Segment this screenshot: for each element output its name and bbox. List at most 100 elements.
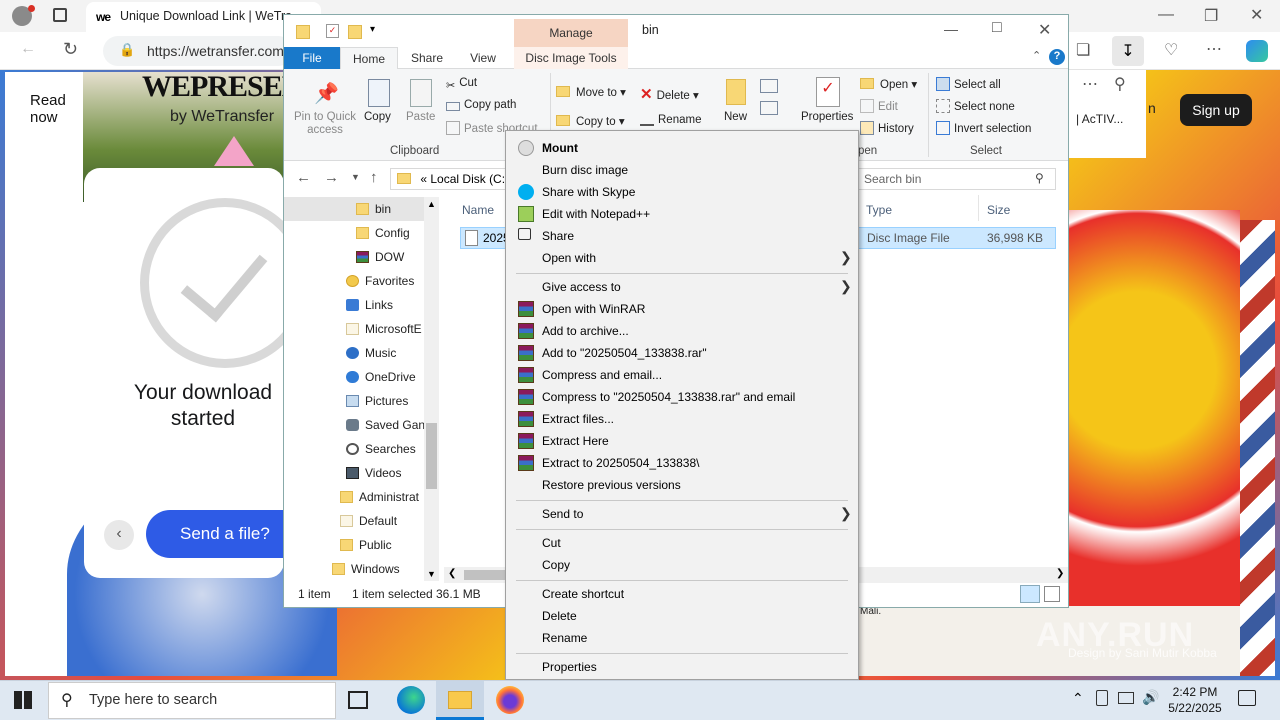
task-view-icon[interactable] [348,691,368,709]
recent-locations-icon[interactable]: ▼ [351,172,360,182]
select-all-button[interactable]: Select all [936,77,1001,91]
menu-item[interactable]: Open with WinRAR [508,298,856,320]
edge-icon[interactable] [397,686,425,714]
browser-essentials-icon[interactable]: ♡ [1164,40,1178,60]
menu-item[interactable]: Compress to "20250504_133838.rar" and em… [508,386,856,408]
column-type[interactable]: Type [866,203,892,217]
tab-disc-image-tools[interactable]: Disc Image Tools [514,47,628,69]
scroll-left-icon[interactable]: ❮ [448,568,456,579]
copy-button[interactable]: Copy [364,111,391,123]
menu-item[interactable]: Restore previous versions [508,474,856,496]
menu-item[interactable]: Share with Skype [508,181,856,203]
minimize-browser-icon[interactable]: — [1158,6,1174,24]
copy-path-button[interactable]: Copy path [446,99,516,111]
properties-button[interactable]: Properties [801,111,853,123]
explorer-taskbar-button[interactable] [436,681,484,720]
details-view-icon[interactable] [1020,585,1040,603]
volume-icon[interactable]: 🔊 [1142,689,1159,706]
copy-to-button[interactable]: Copy to ▾ [556,114,625,128]
history-button[interactable]: History [860,121,914,135]
power-status-icon[interactable] [1096,690,1108,706]
column-divider[interactable] [978,195,979,221]
taskbar-clock[interactable]: 2:42 PM 5/22/2025 [1160,684,1230,716]
menu-item[interactable]: Copy [508,554,856,576]
help-icon[interactable]: ? [1049,49,1065,65]
start-button[interactable] [14,691,32,709]
nav-item[interactable]: Searches [284,437,424,461]
column-size[interactable]: Size [987,203,1010,217]
nav-item[interactable]: bin [284,197,424,221]
menu-item[interactable]: Extract to 20250504_133838\ [508,452,856,474]
invert-selection-button[interactable]: Invert selection [936,121,1031,135]
sign-up-button[interactable]: Sign up [1180,94,1252,126]
menu-item[interactable]: Compress and email... [508,364,856,386]
menu-item[interactable]: Create shortcut [508,583,856,605]
search-input[interactable]: Search bin ⚲ [858,168,1056,190]
menu-item[interactable]: Extract files... [508,408,856,430]
move-to-button[interactable]: Move to ▾ [556,85,626,99]
nav-item[interactable]: Music [284,341,424,365]
tab-view[interactable]: View [458,47,508,69]
menu-item[interactable]: Give access to ❯ [508,276,856,298]
close-icon[interactable]: ✕ [1038,20,1051,40]
tab-home[interactable]: Home [340,47,398,69]
nav-item[interactable]: Administrat [284,485,424,509]
notifications-icon[interactable] [1238,690,1256,706]
taskbar-search-box[interactable]: ⚲ Type here to search [48,682,336,719]
nav-item[interactable]: Links [284,293,424,317]
show-hidden-icons-icon[interactable]: ⌃ [1072,690,1084,707]
nav-back-icon[interactable]: ← [296,169,311,186]
more-icon[interactable]: ⋯ [1206,39,1222,59]
menu-item[interactable]: Edit with Notepad++ [508,203,856,225]
paste-button[interactable]: Paste [406,111,435,123]
column-name[interactable]: Name [462,203,494,217]
menu-item[interactable]: Delete [508,605,856,627]
scroll-right-icon[interactable]: ❯ [1056,568,1064,579]
up-icon[interactable]: ↑ [370,169,378,186]
maximize-icon[interactable]: □ [992,19,1002,37]
large-icons-view-icon[interactable] [1044,586,1060,602]
menu-item[interactable]: Extract Here [508,430,856,452]
copilot-icon[interactable] [1246,40,1268,62]
tab-actions-icon[interactable] [53,8,67,22]
network-icon[interactable] [1118,692,1134,704]
quick-access-dropdown-icon[interactable]: ▾ [370,24,375,35]
collapse-ribbon-icon[interactable]: ⌃ [1032,49,1041,62]
nav-item[interactable]: Pictures [284,389,424,413]
select-none-button[interactable]: Select none [936,99,1015,113]
nav-item[interactable]: Public [284,533,424,557]
nav-item[interactable]: DOW [284,245,424,269]
new-item-icon[interactable] [760,79,778,93]
close-browser-icon[interactable]: ✕ [1250,5,1263,25]
easy-access-icon[interactable] [760,101,778,115]
nav-forward-icon[interactable]: → [324,169,339,186]
new-folder-button[interactable]: New folder [724,111,750,123]
menu-item[interactable]: Burn disc image [508,159,856,181]
nav-scrollbar-thumb[interactable] [426,423,437,489]
nav-item[interactable]: Config [284,221,424,245]
scroll-down-icon[interactable]: ▼ [427,569,436,579]
nav-scrollbar[interactable]: ▲ ▼ [424,197,439,581]
menu-item[interactable]: Mount [508,137,856,159]
manage-tab-header[interactable]: Manage [514,19,628,47]
menu-item[interactable]: Cut [508,532,856,554]
firefox-icon[interactable] [496,686,524,714]
rename-button[interactable]: Rename [640,114,701,126]
new-folder-quick-icon[interactable] [348,25,362,39]
send-file-button[interactable]: Send a file? [146,510,286,558]
menu-item[interactable]: Open with ❯ [508,247,856,269]
nav-item[interactable]: Default [284,509,424,533]
collections-icon[interactable]: ❏ [1076,40,1090,60]
nav-item[interactable]: Videos [284,461,424,485]
cut-button[interactable]: ✂ Cut [446,77,477,93]
pin-icon[interactable]: ⚲ [1114,74,1126,94]
tab-file[interactable]: File [284,47,340,69]
menu-item[interactable]: Share [508,225,856,247]
nav-item[interactable]: OneDrive [284,365,424,389]
read-now-link[interactable]: Read now [30,92,76,126]
open-button[interactable]: Open ▾ [860,77,917,91]
downloads-icon[interactable]: ↧ [1112,36,1144,66]
refresh-icon[interactable]: ↻ [63,39,78,60]
menu-item[interactable]: Properties [508,656,856,678]
menu-item[interactable]: Add to archive... [508,320,856,342]
